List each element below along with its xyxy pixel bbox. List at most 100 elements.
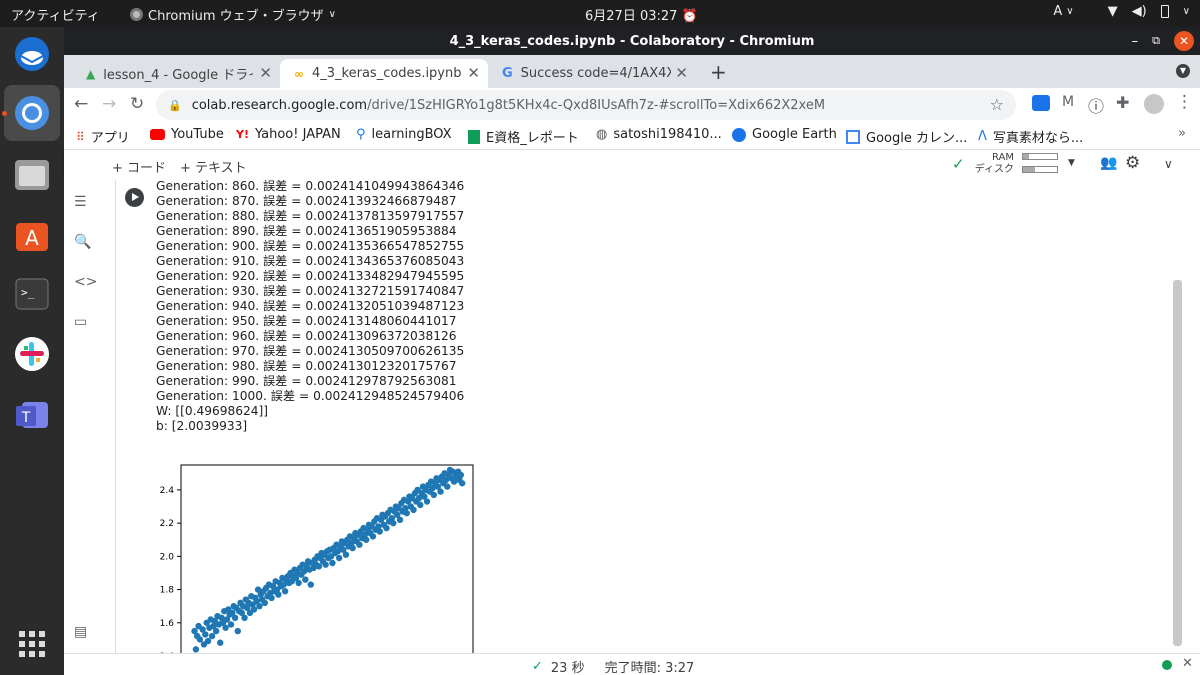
app-menu[interactable]: Chromium ウェブ・ブラウザ ∨ xyxy=(130,5,336,24)
scrollbar-thumb[interactable] xyxy=(1173,280,1182,646)
run-cell-button[interactable] xyxy=(125,188,144,207)
forward-button[interactable]: → xyxy=(102,94,116,114)
activities-button[interactable]: アクティビティ xyxy=(11,5,100,24)
add-code-button[interactable]: + コード xyxy=(112,157,166,176)
ubuntu-software-icon[interactable]: A xyxy=(11,213,53,255)
data-point xyxy=(307,581,314,588)
bookmarks-overflow-icon[interactable]: » xyxy=(1178,126,1186,141)
thunderbird-icon[interactable] xyxy=(11,33,53,75)
close-status-icon[interactable]: ✕ xyxy=(1182,656,1193,671)
system-tray[interactable]: A ∨ ▼ ◀) ∨ xyxy=(1053,4,1190,19)
svg-text:A: A xyxy=(25,226,39,250)
new-tab-button[interactable]: + xyxy=(710,60,727,84)
bookmark-youtube[interactable]: YouTube xyxy=(150,127,224,142)
google-drive-icon: ▲ xyxy=(86,66,96,81)
profile-avatar-icon[interactable] xyxy=(1144,94,1164,114)
share-people-icon[interactable]: 👥 xyxy=(1100,155,1117,171)
tab-google-drive[interactable]: ▲ lesson_4 - Google ドライブ ✕ xyxy=(72,59,280,88)
browser-window: 4_3_keras_codes.ipynb - Colaboratory - C… xyxy=(64,27,1200,675)
search-icon[interactable]: 🔍 xyxy=(74,234,91,250)
back-button[interactable]: ← xyxy=(74,94,88,114)
connection-status-icon[interactable] xyxy=(1162,660,1172,670)
slack-icon[interactable] xyxy=(11,333,53,375)
close-icon[interactable]: ✕ xyxy=(675,64,688,82)
show-apps-icon[interactable] xyxy=(11,623,53,665)
close-icon[interactable]: ✕ xyxy=(467,64,480,82)
output-line: Generation: 960. 誤差 = 0.0024130963720381… xyxy=(156,329,457,343)
google-earth-icon xyxy=(732,127,746,142)
maximize-button[interactable]: ⧉ xyxy=(1152,34,1160,48)
data-point xyxy=(390,519,397,527)
close-window-button[interactable]: ✕ xyxy=(1174,31,1194,51)
collapse-chevron-icon[interactable]: ∨ xyxy=(1164,157,1173,171)
disk-meter xyxy=(1022,166,1058,173)
data-point xyxy=(222,624,229,631)
data-point xyxy=(403,509,410,517)
tab-search-button[interactable]: ▼ xyxy=(1176,64,1190,78)
terminal-icon[interactable]: >_ xyxy=(11,273,53,315)
info-icon[interactable]: ⓘ xyxy=(1088,93,1104,117)
settings-gear-icon[interactable]: ⚙ xyxy=(1125,153,1140,173)
bookmark-learningbox[interactable]: ⚲ learningBOX xyxy=(356,127,452,142)
y-tick-label: 2.2 xyxy=(160,519,174,529)
bookmark-yahoo[interactable]: Y! Yahoo! JAPAN xyxy=(236,127,341,142)
files-icon[interactable] xyxy=(11,153,53,195)
output-line: b: [2.0039933] xyxy=(156,419,248,433)
tab-strip: ▲ lesson_4 - Google ドライブ ✕ ∞ 4_3_keras_c… xyxy=(64,55,1200,88)
data-point xyxy=(295,579,302,587)
minimize-button[interactable]: – xyxy=(1132,34,1139,49)
output-line: Generation: 910. 誤差 = 0.0024134365376085… xyxy=(156,254,465,268)
completion-time: 完了時間: 3:27 xyxy=(604,661,695,675)
bookmark-google-calendar[interactable]: Google カレン... xyxy=(846,127,967,146)
data-point xyxy=(196,636,204,643)
extensions-puzzle-icon[interactable]: ✚ xyxy=(1116,93,1129,112)
y-tick-label: 1.8 xyxy=(160,586,175,596)
window-title: 4_3_keras_codes.ipynb - Colaboratory - C… xyxy=(449,34,815,49)
command-palette-icon[interactable]: ▤ xyxy=(74,624,87,640)
data-point xyxy=(250,606,258,613)
output-line: Generation: 940. 誤差 = 0.0024132051039487… xyxy=(156,299,465,313)
window-titlebar[interactable]: 4_3_keras_codes.ipynb - Colaboratory - C… xyxy=(64,27,1200,55)
bookmark-satoshi[interactable]: ◍ satoshi198410... xyxy=(596,127,722,142)
extension-icon[interactable] xyxy=(1032,95,1050,111)
bookmark-star-icon[interactable]: ☆ xyxy=(990,95,1004,114)
close-icon[interactable]: ✕ xyxy=(259,64,272,82)
address-bar[interactable]: 🔒 colab.research.google.com/drive/1SzHIG… xyxy=(156,90,1016,120)
files-folder-icon[interactable]: ▭ xyxy=(74,314,87,330)
runtime-dropdown-icon[interactable]: ▼ xyxy=(1068,158,1075,168)
code-cell[interactable]: Generation: 860. 誤差 = 0.0024141049943864… xyxy=(115,180,1168,653)
data-point xyxy=(396,516,404,524)
bookmark-label: learningBOX xyxy=(371,127,452,142)
menu-kebab-icon[interactable]: ⋮ xyxy=(1176,92,1193,112)
output-line: Generation: 930. 誤差 = 0.0024132721591740… xyxy=(156,284,465,298)
bookmark-apps[interactable]: ⠿ アプリ xyxy=(76,127,130,147)
colab-toolbar: + コード + テキスト ✓ RAM ディスク ▼ 👥 ⚙ ∨ xyxy=(64,150,1200,180)
ram-label: RAM xyxy=(991,152,1014,163)
chromium-dock-icon[interactable] xyxy=(4,85,60,141)
bookmark-e-report[interactable]: E資格_レポート xyxy=(468,127,579,146)
bookmark-label: Yahoo! JAPAN xyxy=(254,127,341,142)
data-point xyxy=(457,471,465,479)
data-point xyxy=(417,501,424,509)
table-of-contents-icon[interactable]: ☰ xyxy=(74,194,87,210)
colab-left-rail: ☰ 🔍 <> ▭ ▤ ▣ xyxy=(64,180,100,670)
resource-labels[interactable]: RAM ディスク xyxy=(969,152,1014,176)
tab-success-code[interactable]: G Success code=4/1AX4XfWgq ✕ xyxy=(488,59,696,88)
bookmark-google-earth[interactable]: Google Earth xyxy=(732,127,837,142)
system-top-bar: アクティビティ Chromium ウェブ・ブラウザ ∨ 6月27日 03:27 … xyxy=(0,0,1200,27)
add-text-button[interactable]: + テキスト xyxy=(180,157,247,176)
output-line: Generation: 970. 誤差 = 0.0024130509700626… xyxy=(156,344,465,358)
input-method-indicator[interactable]: A xyxy=(1053,4,1062,19)
code-snippets-icon[interactable]: <> xyxy=(74,274,97,290)
reload-button[interactable]: ↻ xyxy=(130,94,144,114)
output-line: Generation: 950. 誤差 = 0.0024131480604410… xyxy=(156,314,457,328)
bookmark-photo-stock[interactable]: Λ 写真素材なら... xyxy=(978,127,1083,146)
tab-colab[interactable]: ∞ 4_3_keras_codes.ipynb - Colaboratory ✕ xyxy=(280,59,488,88)
colab-icon: ∞ xyxy=(294,66,304,81)
gmail-extension-icon[interactable]: M xyxy=(1062,94,1074,110)
tab-label: 4_3_keras_codes.ipynb - Colaboratory xyxy=(312,66,462,81)
data-point xyxy=(231,614,239,622)
data-point xyxy=(356,541,363,548)
teams-icon[interactable]: T xyxy=(11,393,53,435)
clock[interactable]: 6月27日 03:27 ⏰ xyxy=(585,5,698,24)
